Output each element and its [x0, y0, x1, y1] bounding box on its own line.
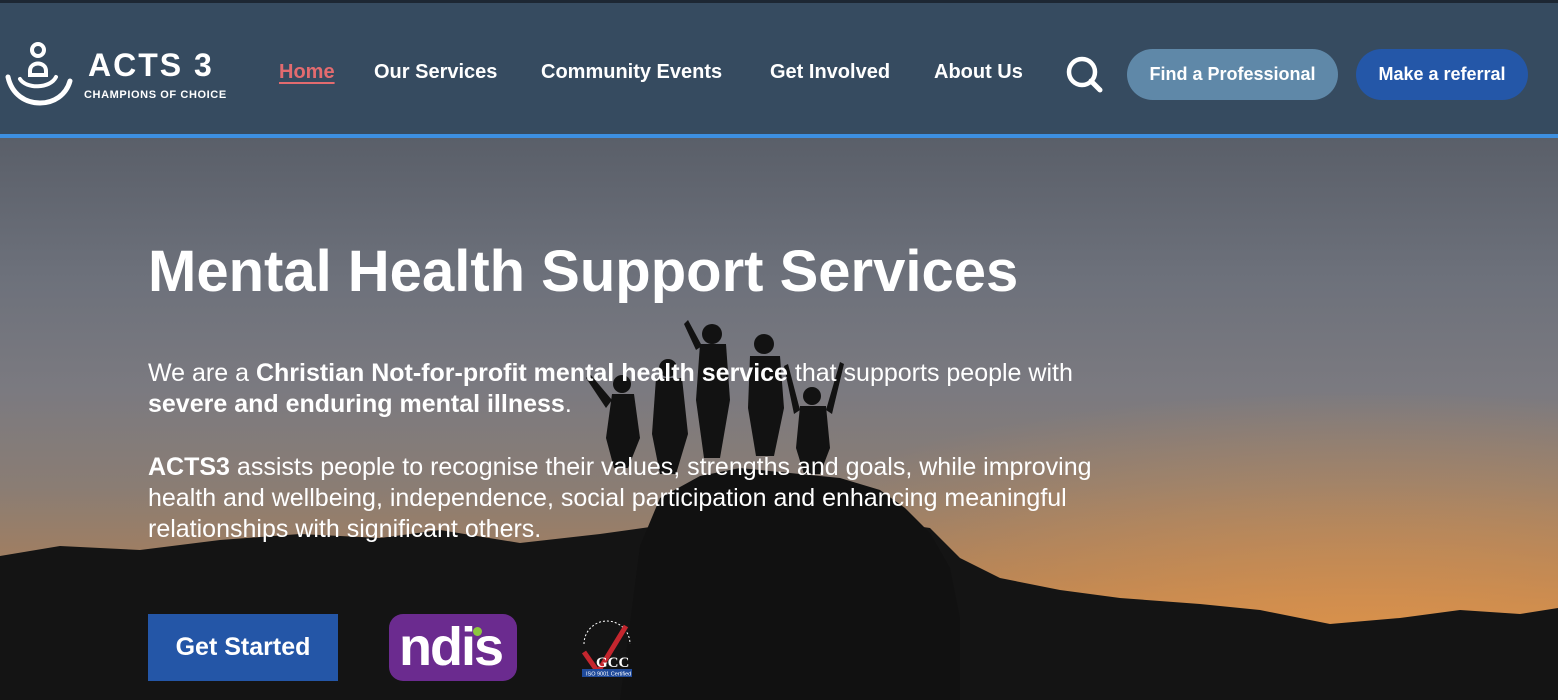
nav-about-us[interactable]: About Us — [934, 61, 1023, 87]
search-button[interactable] — [1064, 54, 1104, 94]
logo[interactable]: ACTS 3 CHAMPIONS OF CHOICE — [4, 41, 244, 107]
nav-get-involved[interactable]: Get Involved — [770, 61, 890, 87]
gcc-certification-badge: GCC ISO 9001 Certified — [578, 612, 636, 678]
nav-community-events[interactable]: Community Events — [541, 61, 722, 87]
site-header: ACTS 3 CHAMPIONS OF CHOICE Home Our Serv… — [0, 3, 1558, 134]
gcc-logo-caption: ISO 9001 Certified — [586, 672, 631, 678]
find-professional-button[interactable]: Find a Professional — [1127, 49, 1338, 100]
get-started-button[interactable]: Get Started — [148, 614, 338, 681]
hero-section: Mental Health Support Services We are a … — [0, 138, 1558, 700]
nav-our-services[interactable]: Our Services — [374, 61, 497, 87]
page-title: Mental Health Support Services — [148, 239, 1019, 304]
gcc-logo-text: GCC — [596, 655, 629, 671]
make-referral-button[interactable]: Make a referral — [1356, 49, 1528, 100]
ndis-logo: ndis — [389, 614, 517, 681]
hands-cup-logo-icon — [5, 42, 73, 106]
logo-subtitle: CHAMPIONS OF CHOICE — [84, 89, 227, 101]
mission-paragraph: ACTS3 assists people to recognise their … — [148, 453, 1092, 543]
intro-paragraph: We are a Christian Not-for-profit mental… — [148, 359, 1073, 418]
logo-title: ACTS 3 — [88, 47, 214, 83]
search-icon — [1066, 56, 1103, 93]
nav-home[interactable]: Home — [279, 61, 335, 87]
